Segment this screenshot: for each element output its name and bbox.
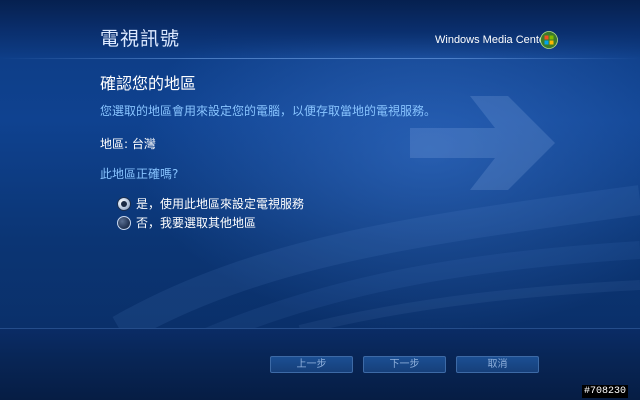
header-band	[0, 0, 640, 58]
header-divider	[0, 58, 640, 59]
windows-flag-icon	[540, 31, 558, 49]
radio-yes[interactable]	[117, 196, 131, 211]
brand-name: Windows Media Center	[435, 34, 549, 46]
region-value: 台灣	[131, 137, 156, 151]
wmc-setup-screen: 電視訊號 Windows Media Center 確認您的地區 您選取的地區會…	[0, 0, 640, 400]
option-no[interactable]: 否，我要選取其他地區	[117, 214, 256, 231]
region-label: 地區:	[100, 137, 132, 151]
confirm-question: 此地區正確嗎?	[100, 167, 179, 181]
image-id-tag: #708230	[582, 385, 629, 398]
radio-no[interactable]	[117, 215, 131, 230]
option-no-label: 否，我要選取其他地區	[136, 216, 257, 230]
bottom-divider	[0, 328, 640, 329]
next-button[interactable]: 下一步	[363, 356, 446, 373]
region-display: 地區: 台灣	[100, 135, 156, 152]
option-yes[interactable]: 是，使用此地區來設定電視服務	[117, 195, 304, 212]
cancel-button[interactable]: 取消	[456, 356, 539, 373]
page-title: 電視訊號	[100, 28, 181, 50]
description-text: 您選取的地區會用來設定您的電腦，以便存取當地的電視服務。	[100, 104, 437, 118]
section-heading: 確認您的地區	[100, 74, 197, 93]
option-yes-label: 是，使用此地區來設定電視服務	[136, 197, 305, 211]
back-button[interactable]: 上一步	[270, 356, 353, 373]
